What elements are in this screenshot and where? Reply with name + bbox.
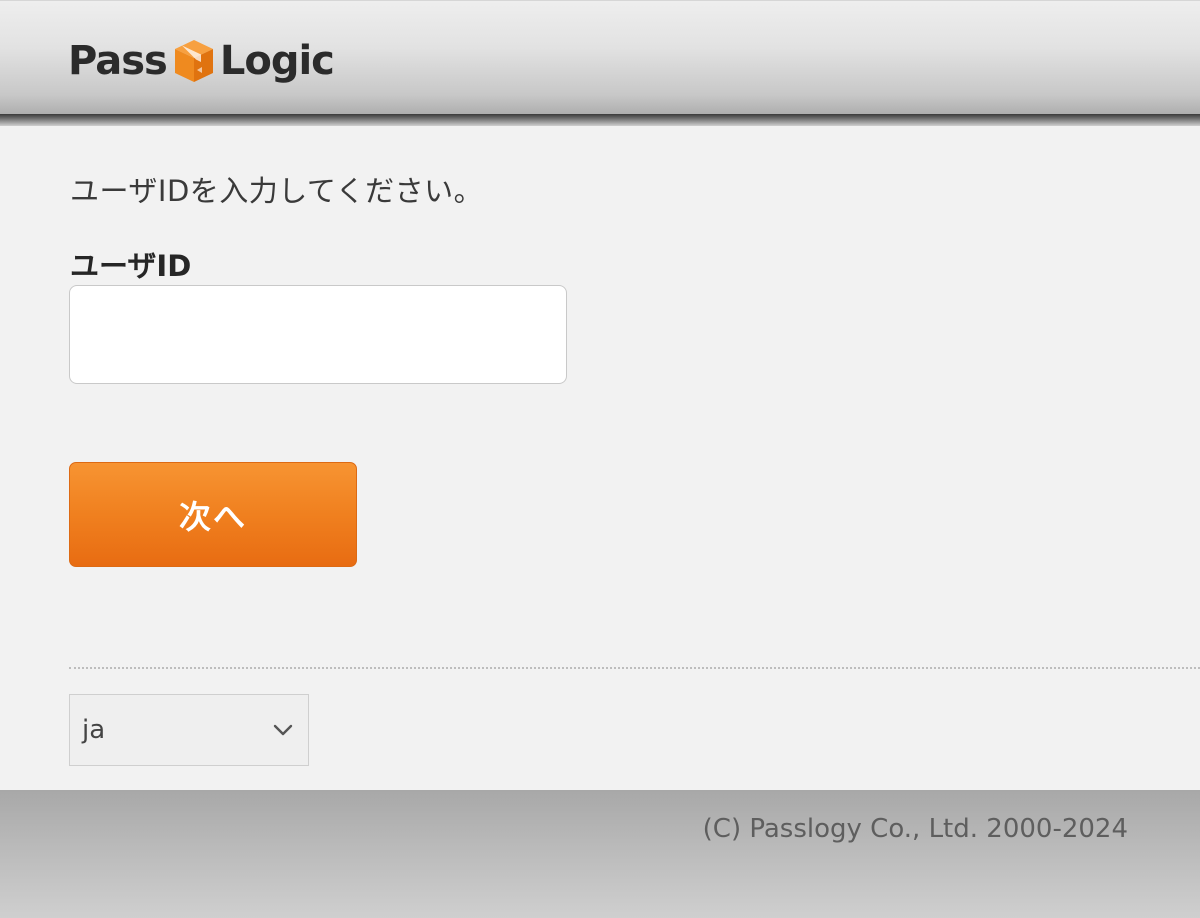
login-page: Pass Logic ユーザIDを入力してください。 ユーザID 次へ ja (…: [0, 0, 1200, 918]
instruction-text: ユーザIDを入力してください。: [70, 174, 484, 208]
footer: (C) Passlogy Co., Ltd. 2000-2024: [0, 790, 1200, 918]
copyright-text: (C) Passlogy Co., Ltd. 2000-2024: [702, 814, 1128, 844]
header: Pass Logic: [0, 0, 1200, 118]
next-button[interactable]: 次へ: [69, 462, 357, 567]
language-select-value: ja: [82, 715, 106, 745]
header-divider-bar: [0, 114, 1200, 126]
userid-input[interactable]: [69, 285, 567, 384]
language-select[interactable]: ja: [69, 694, 309, 766]
userid-label: ユーザID: [70, 249, 192, 283]
chevron-down-icon: [270, 717, 296, 743]
logo-text-pass: Pass: [68, 38, 168, 84]
passlogic-logo: Pass Logic: [68, 31, 335, 91]
logo-text-logic: Logic: [219, 38, 335, 84]
dotted-divider: [69, 667, 1200, 669]
orange-box-icon: [171, 36, 217, 86]
